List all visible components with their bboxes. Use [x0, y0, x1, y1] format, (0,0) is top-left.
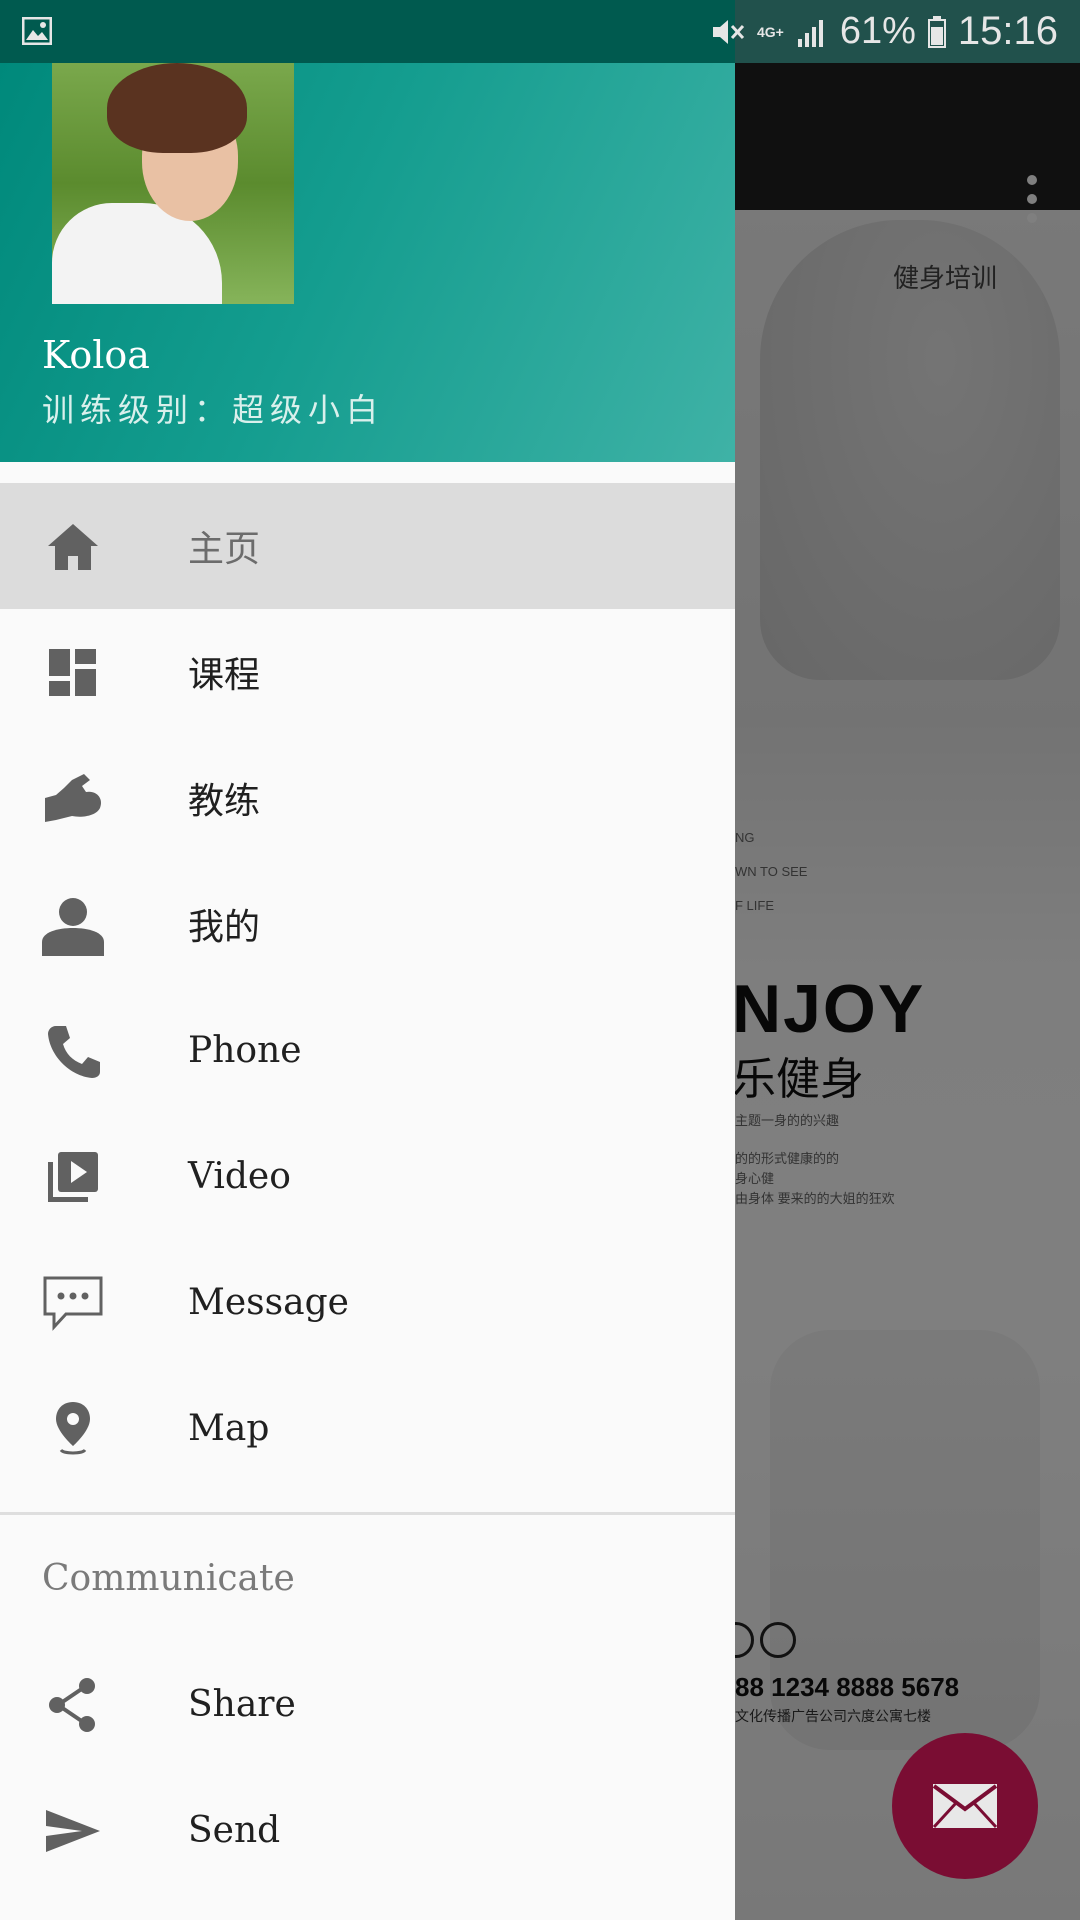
network-type: 4G+ — [756, 23, 784, 40]
arm-muscle-icon — [42, 768, 104, 830]
drawer-item-label: Map — [188, 1407, 270, 1449]
user-name: Koloa — [42, 333, 150, 377]
signal-icon — [797, 19, 823, 47]
section-header-communicate: Communicate — [42, 1558, 295, 1599]
drawer-item-label: Share — [188, 1683, 296, 1725]
message-icon — [42, 1272, 104, 1334]
drawer-item-label: 主页 — [188, 529, 261, 570]
drawer-item-send[interactable]: Send — [0, 1767, 735, 1893]
status-bar-drawer-tint — [0, 0, 735, 63]
avatar[interactable] — [52, 63, 294, 304]
status-bar: 4G+ 61% 15:16 — [0, 0, 1080, 63]
drawer-item-label: 我的 — [188, 907, 261, 948]
drawer-item-video[interactable]: Video — [0, 1113, 735, 1239]
drawer-item-label: 教练 — [188, 781, 261, 822]
drawer-item-home[interactable]: 主页 — [0, 483, 735, 609]
drawer-divider — [0, 1512, 735, 1515]
mute-icon — [712, 19, 745, 44]
drawer-item-label: Send — [188, 1809, 281, 1851]
image-notification-icon — [22, 17, 52, 45]
location-pin-icon — [42, 1398, 104, 1460]
send-icon — [42, 1800, 104, 1862]
clock: 15:16 — [957, 9, 1058, 53]
mail-icon — [932, 1784, 998, 1829]
drawer-communicate-menu: Share Send — [0, 1641, 735, 1893]
drawer-item-label: Video — [188, 1155, 291, 1197]
drawer-item-label: Phone — [188, 1029, 302, 1071]
drawer-item-mine[interactable]: 我的 — [0, 861, 735, 987]
share-icon — [42, 1674, 104, 1736]
dashboard-icon — [42, 642, 104, 704]
person-icon — [42, 894, 104, 956]
navigation-drawer: Koloa 训练级别：超级小白 主页 课程 教练 我的 Phone Video … — [0, 63, 735, 1920]
drawer-item-coach[interactable]: 教练 — [0, 735, 735, 861]
compose-mail-fab[interactable] — [892, 1733, 1038, 1879]
drawer-item-label: Message — [188, 1281, 349, 1323]
phone-icon — [42, 1020, 104, 1082]
drawer-item-message[interactable]: Message — [0, 1239, 735, 1365]
drawer-item-label: 课程 — [188, 655, 261, 696]
user-training-level: 训练级别：超级小白 — [42, 391, 385, 429]
battery-icon — [927, 15, 946, 48]
home-icon — [42, 516, 104, 578]
drawer-item-map[interactable]: Map — [0, 1365, 735, 1491]
drawer-menu: 主页 课程 教练 我的 Phone Video Message Map — [0, 483, 735, 1491]
drawer-item-phone[interactable]: Phone — [0, 987, 735, 1113]
video-library-icon — [42, 1146, 104, 1208]
drawer-item-share[interactable]: Share — [0, 1641, 735, 1767]
drawer-item-courses[interactable]: 课程 — [0, 609, 735, 735]
drawer-header: Koloa 训练级别：超级小白 — [0, 63, 735, 462]
battery-percentage: 61% — [839, 10, 916, 52]
